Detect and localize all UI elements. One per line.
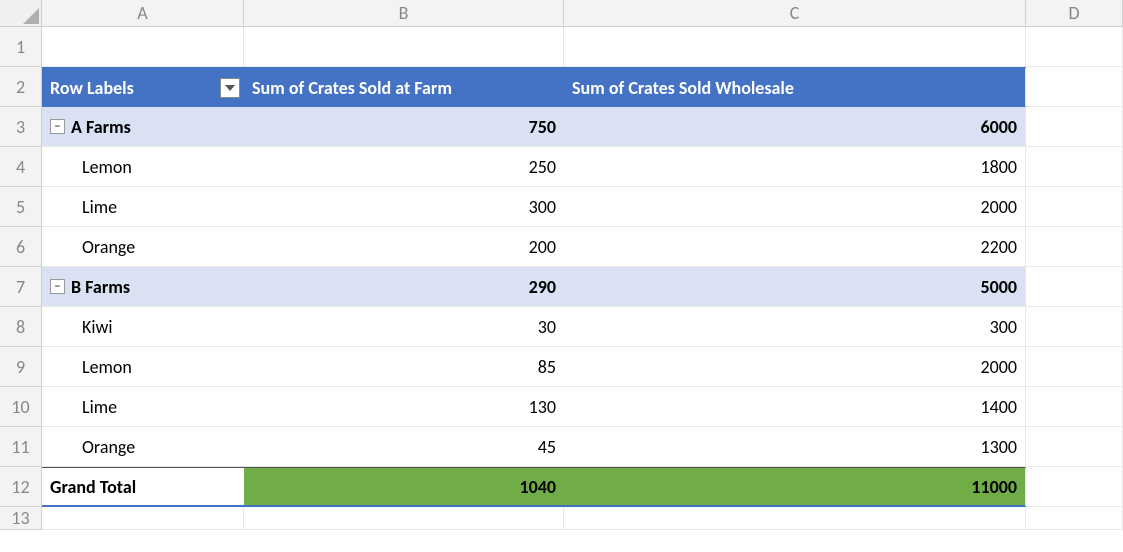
row-header-11[interactable]: 11 (0, 427, 42, 467)
pivot-header-row-labels[interactable]: Row Labels (42, 67, 244, 107)
pivot-header-col-c[interactable]: Sum of Crates Sold Wholesale (564, 67, 1026, 107)
pivot-group-a-farms[interactable]: − A Farms (42, 107, 244, 147)
cell-d6[interactable] (1026, 227, 1123, 267)
cell-d11[interactable] (1026, 427, 1123, 467)
pivot-item-a-lemon-c[interactable]: 1800 (564, 147, 1026, 187)
pivot-item-a-orange-b[interactable]: 200 (244, 227, 564, 267)
pivot-item-b-orange-c[interactable]: 1300 (564, 427, 1026, 467)
row-header-7[interactable]: 7 (0, 267, 42, 307)
column-header-b[interactable]: B (244, 0, 564, 27)
cell-b1[interactable] (244, 27, 564, 67)
row-header-2[interactable]: 2 (0, 67, 42, 107)
row-header-13[interactable]: 13 (0, 507, 42, 530)
cell-c1[interactable] (564, 27, 1026, 67)
pivot-header-col-b[interactable]: Sum of Crates Sold at Farm (244, 67, 564, 107)
collapse-button-a-farms[interactable]: − (50, 119, 65, 134)
cell-d10[interactable] (1026, 387, 1123, 427)
pivot-item-b-lime-c[interactable]: 1400 (564, 387, 1026, 427)
pivot-item-b-lemon[interactable]: Lemon (42, 347, 244, 387)
pivot-item-a-lime-c[interactable]: 2000 (564, 187, 1026, 227)
cell-d12[interactable] (1026, 467, 1123, 507)
cell-b13[interactable] (244, 507, 564, 530)
row-header-12[interactable]: 12 (0, 467, 42, 507)
pivot-group-a-farms-c[interactable]: 6000 (564, 107, 1026, 147)
pivot-item-b-lemon-c[interactable]: 2000 (564, 347, 1026, 387)
chevron-down-icon (225, 85, 235, 91)
row-header-9[interactable]: 9 (0, 347, 42, 387)
pivot-item-b-lime-b[interactable]: 130 (244, 387, 564, 427)
select-all-corner[interactable] (0, 0, 42, 27)
pivot-item-b-kiwi-b[interactable]: 30 (244, 307, 564, 347)
row-header-8[interactable]: 8 (0, 307, 42, 347)
pivot-item-b-orange[interactable]: Orange (42, 427, 244, 467)
cell-a13[interactable] (42, 507, 244, 530)
pivot-grand-total-label[interactable]: Grand Total (42, 467, 244, 507)
row-header-4[interactable]: 4 (0, 147, 42, 187)
pivot-row-labels-text: Row Labels (50, 77, 134, 99)
cell-d5[interactable] (1026, 187, 1123, 227)
pivot-item-b-lime[interactable]: Lime (42, 387, 244, 427)
cell-d2[interactable] (1026, 67, 1123, 107)
cell-d8[interactable] (1026, 307, 1123, 347)
row-header-3[interactable]: 3 (0, 107, 42, 147)
pivot-item-a-orange[interactable]: Orange (42, 227, 244, 267)
pivot-item-a-lemon-b[interactable]: 250 (244, 147, 564, 187)
pivot-group-b-farms-c[interactable]: 5000 (564, 267, 1026, 307)
column-header-a[interactable]: A (42, 0, 244, 27)
group-label: A Farms (71, 116, 131, 138)
cell-c13[interactable] (564, 507, 1026, 530)
pivot-group-b-farms-b[interactable]: 290 (244, 267, 564, 307)
pivot-item-a-orange-c[interactable]: 2200 (564, 227, 1026, 267)
cell-d1[interactable] (1026, 27, 1123, 67)
pivot-grand-total-b[interactable]: 1040 (244, 467, 564, 507)
row-header-1[interactable]: 1 (0, 27, 42, 67)
pivot-item-a-lime-b[interactable]: 300 (244, 187, 564, 227)
pivot-item-b-lemon-b[interactable]: 85 (244, 347, 564, 387)
pivot-group-b-farms[interactable]: − B Farms (42, 267, 244, 307)
cell-a1[interactable] (42, 27, 244, 67)
column-header-d[interactable]: D (1026, 0, 1123, 27)
collapse-button-b-farms[interactable]: − (50, 279, 65, 294)
group-label: B Farms (71, 276, 130, 298)
spreadsheet-grid: A B C D 1 2 Row Labels Sum of Crates Sol… (0, 0, 1123, 530)
pivot-grand-total-c[interactable]: 11000 (564, 467, 1026, 507)
row-header-10[interactable]: 10 (0, 387, 42, 427)
filter-dropdown-button[interactable] (220, 78, 240, 98)
pivot-group-a-farms-b[interactable]: 750 (244, 107, 564, 147)
pivot-item-b-orange-b[interactable]: 45 (244, 427, 564, 467)
cell-d9[interactable] (1026, 347, 1123, 387)
cell-d3[interactable] (1026, 107, 1123, 147)
cell-d13[interactable] (1026, 507, 1123, 530)
cell-d4[interactable] (1026, 147, 1123, 187)
column-header-c[interactable]: C (564, 0, 1026, 27)
cell-d7[interactable] (1026, 267, 1123, 307)
row-header-5[interactable]: 5 (0, 187, 42, 227)
pivot-item-a-lemon[interactable]: Lemon (42, 147, 244, 187)
pivot-item-b-kiwi[interactable]: Kiwi (42, 307, 244, 347)
pivot-item-a-lime[interactable]: Lime (42, 187, 244, 227)
row-header-6[interactable]: 6 (0, 227, 42, 267)
pivot-item-b-kiwi-c[interactable]: 300 (564, 307, 1026, 347)
